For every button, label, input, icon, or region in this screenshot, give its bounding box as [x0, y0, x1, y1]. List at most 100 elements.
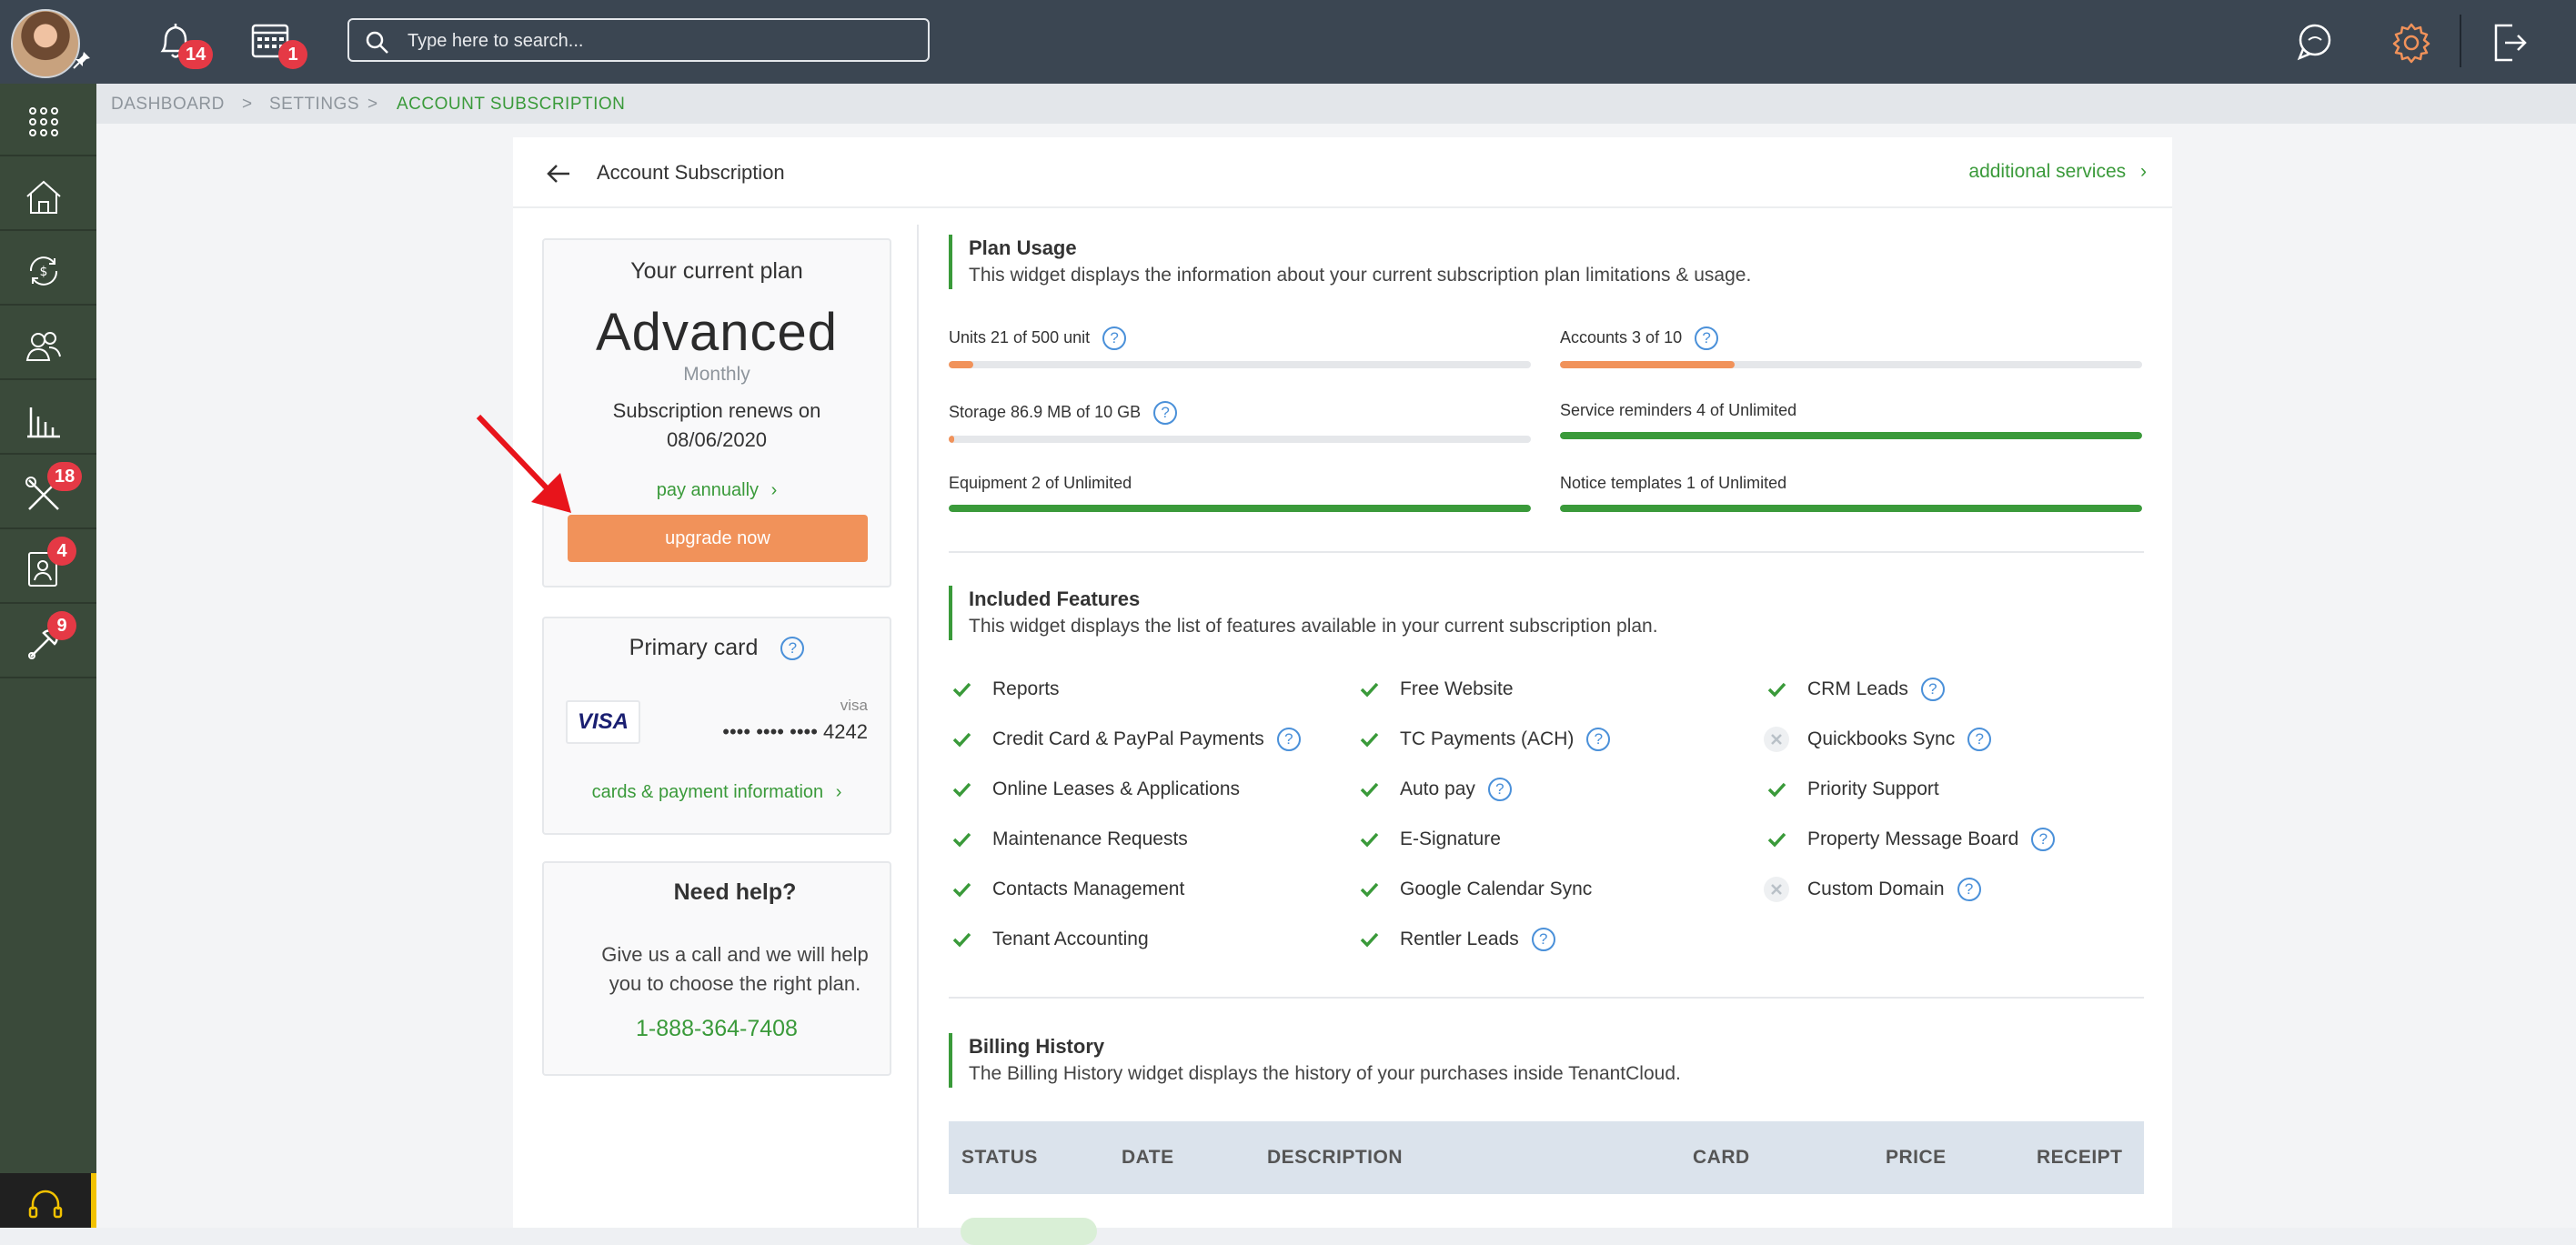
column-header-description[interactable]: DESCRIPTION [1267, 1147, 1403, 1169]
help-icon[interactable]: ? [1695, 326, 1719, 350]
feature-item-custom-domain: Custom Domain? [1764, 877, 1981, 902]
check-icon [1356, 727, 1382, 752]
help-icon[interactable]: ? [1967, 728, 1992, 751]
help-icon[interactable]: ? [1102, 326, 1127, 350]
feature-item-google-calendar-sync: Google Calendar Sync [1356, 877, 1592, 902]
help-icon[interactable]: ? [780, 637, 805, 661]
usage-bar-units [949, 361, 1531, 368]
primary-card-panel: Primary card ? VISA visa •••• •••• •••• … [542, 617, 891, 835]
cards-payment-info-link[interactable]: cards & payment information › [544, 782, 890, 803]
chevron-right-icon: › [2140, 161, 2147, 182]
column-header-card[interactable]: CARD [1693, 1147, 1750, 1169]
breadcrumb-dashboard[interactable]: DASHBOARD [111, 95, 225, 115]
usage-bar-storage [949, 436, 1531, 443]
billing-history-title: Billing History [969, 1035, 1105, 1058]
calendar-button[interactable]: 1 [247, 18, 307, 69]
pay-annually-link[interactable]: pay annually › [544, 480, 890, 501]
maintenance-badge: 18 [47, 462, 83, 491]
pin-icon[interactable] [71, 49, 93, 71]
help-icon[interactable]: ? [1586, 728, 1611, 751]
cross-icon [1764, 727, 1789, 752]
usage-fill-notice-templates [1560, 505, 2142, 512]
billing-table-header: STATUS DATE DESCRIPTION CARD PRICE RECEI… [949, 1121, 2144, 1194]
feature-label: Auto pay [1400, 778, 1475, 799]
sidebar-item-tools[interactable]: 9 [0, 606, 96, 678]
help-icon[interactable]: ? [1487, 778, 1512, 801]
back-arrow-icon[interactable] [544, 159, 573, 188]
section-divider [949, 551, 2144, 553]
check-icon [1764, 827, 1789, 852]
feature-item-contacts-management: Contacts Management [949, 877, 1184, 902]
additional-services-label: additional services [1968, 161, 2127, 182]
usage-label-units: Units 21 of 500 unit? [949, 326, 1127, 350]
notifications-button[interactable]: 14 [151, 18, 214, 69]
help-icon[interactable]: ? [1531, 928, 1555, 951]
feature-item-quickbooks-sync: Quickbooks Sync? [1764, 727, 1992, 752]
feature-label: Tenant Accounting [992, 929, 1149, 949]
plan-usage-title: Plan Usage [969, 236, 1077, 259]
sidebar-item-reports[interactable] [0, 382, 96, 455]
feature-label: Priority Support [1807, 778, 1939, 799]
chat-icon[interactable] [2290, 18, 2340, 67]
feature-label: Rentler Leads [1400, 929, 1519, 949]
breadcrumb-settings[interactable]: SETTINGS [269, 95, 359, 115]
usage-fill-service-reminders [1560, 432, 2142, 439]
feature-label: Contacts Management [992, 879, 1185, 899]
column-header-receipt[interactable]: RECEIPT [2037, 1147, 2123, 1169]
search-bar[interactable] [347, 18, 930, 62]
sidebar: $ 18 4 9 [0, 84, 96, 1228]
help-icon[interactable]: ? [1957, 878, 1981, 901]
usage-bar-notice-templates [1560, 505, 2142, 512]
tools-badge: 9 [47, 611, 76, 640]
support-phone[interactable]: 1-888-364-7408 [544, 1016, 890, 1042]
additional-services-link[interactable]: additional services › [1968, 161, 2147, 183]
usage-label-service-reminders: Service reminders 4 of Unlimited [1560, 401, 1797, 419]
check-icon [1764, 777, 1789, 802]
column-header-status[interactable]: STATUS [961, 1147, 1038, 1169]
plan-usage-description: This widget displays the information abo… [969, 265, 1752, 286]
usage-fill-units [949, 361, 973, 368]
applications-badge: 4 [47, 537, 76, 566]
check-icon [949, 677, 974, 702]
feature-label: Google Calendar Sync [1400, 879, 1593, 899]
help-icon[interactable]: ? [1153, 401, 1178, 425]
user-avatar[interactable] [11, 9, 80, 78]
apps-grid-icon [29, 107, 58, 136]
check-icon [949, 777, 974, 802]
reports-icon [27, 407, 60, 438]
sidebar-item-accounting[interactable]: $ [0, 233, 96, 306]
included-features-description: This widget displays the list of feature… [969, 616, 1658, 637]
feature-item-e-signature: E-Signature [1356, 827, 1501, 852]
svg-text:$: $ [40, 265, 48, 279]
sidebar-item-applications[interactable]: 4 [0, 531, 96, 604]
usage-fill-accounts [1560, 361, 1735, 368]
support-button[interactable] [0, 1173, 96, 1228]
check-icon [1356, 677, 1382, 702]
check-icon [1356, 777, 1382, 802]
gear-icon[interactable] [2387, 18, 2436, 67]
sidebar-item-maintenance[interactable]: 18 [0, 457, 96, 529]
properties-icon [26, 180, 61, 214]
plan-name: Advanced [596, 303, 838, 362]
visa-logo: VISA [566, 700, 640, 744]
need-help-text-line1: Give us a call and we will help [601, 943, 869, 966]
help-icon[interactable]: ? [1276, 728, 1301, 751]
feature-item-credit-card-paypal-payments: Credit Card & PayPal Payments? [949, 727, 1301, 752]
usage-label-accounts: Accounts 3 of 10? [1560, 326, 1719, 350]
current-plan-title: Your current plan [630, 258, 803, 284]
feature-item-priority-support: Priority Support [1764, 777, 1939, 802]
column-header-date[interactable]: DATE [1122, 1147, 1174, 1169]
upgrade-now-button[interactable]: upgrade now [568, 515, 868, 562]
search-input[interactable] [406, 27, 915, 55]
logout-icon[interactable] [2485, 18, 2534, 67]
column-header-price[interactable]: PRICE [1886, 1147, 1947, 1169]
help-icon[interactable]: ? [2031, 828, 2056, 851]
breadcrumb-separator: > [367, 95, 378, 114]
usage-label-storage: Storage 86.9 MB of 10 GB? [949, 401, 1178, 425]
sidebar-item-apps[interactable] [0, 84, 96, 156]
sidebar-item-contacts[interactable] [0, 307, 96, 380]
feature-item-tc-payments-ach: TC Payments (ACH)? [1356, 727, 1611, 752]
renews-date: 08/06/2020 [666, 428, 768, 451]
help-icon[interactable]: ? [1920, 678, 1945, 701]
sidebar-item-properties[interactable] [0, 158, 96, 231]
